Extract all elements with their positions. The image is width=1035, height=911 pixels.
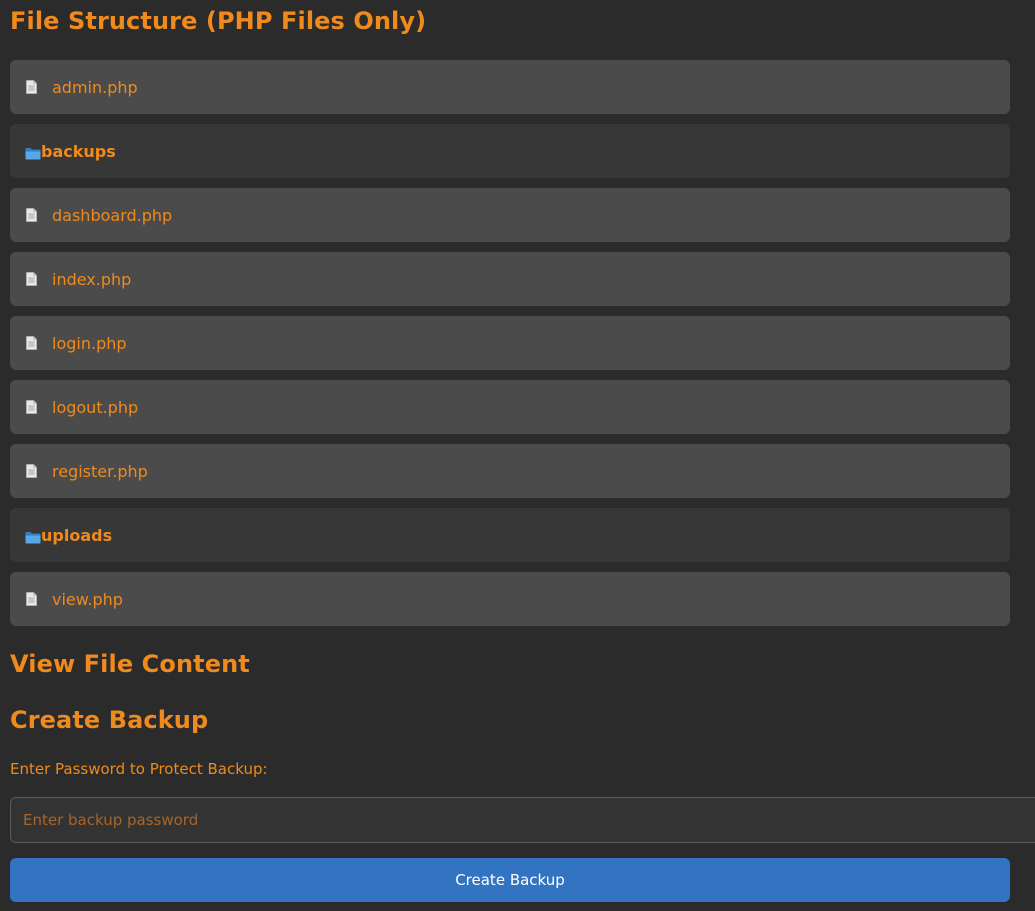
file-item-logout[interactable]: logout.php <box>10 380 1010 434</box>
page: File Structure (PHP Files Only) admin.ph… <box>0 0 1035 911</box>
document-icon <box>26 335 37 350</box>
file-item-label: view.php <box>52 589 123 609</box>
document-icon <box>26 591 37 606</box>
create-backup-heading: Create Backup <box>10 706 209 734</box>
view-file-content-heading: View File Content <box>10 650 250 678</box>
file-item-admin[interactable]: admin.php <box>10 60 1010 114</box>
document-icon <box>26 271 37 286</box>
file-structure-heading: File Structure (PHP Files Only) <box>10 7 427 35</box>
file-item-label: index.php <box>52 269 132 289</box>
document-icon <box>26 79 37 94</box>
file-item-dashboard[interactable]: dashboard.php <box>10 188 1010 242</box>
backup-password-label: Enter Password to Protect Backup: <box>10 760 268 778</box>
folder-item-label: backups <box>41 141 116 161</box>
file-item-view[interactable]: view.php <box>10 572 1010 626</box>
file-item-label: register.php <box>52 461 148 481</box>
folder-icon <box>25 529 41 543</box>
file-item-label: admin.php <box>52 77 138 97</box>
backup-password-input[interactable] <box>10 797 1035 843</box>
document-icon <box>26 463 37 478</box>
document-icon <box>26 399 37 414</box>
file-item-login[interactable]: login.php <box>10 316 1010 370</box>
folder-item-backups[interactable]: backups <box>10 124 1010 178</box>
file-item-label: logout.php <box>52 397 139 417</box>
file-item-label: login.php <box>52 333 127 353</box>
folder-icon <box>25 145 41 159</box>
file-item-register[interactable]: register.php <box>10 444 1010 498</box>
document-icon <box>26 207 37 222</box>
file-item-index[interactable]: index.php <box>10 252 1010 306</box>
create-backup-button[interactable]: Create Backup <box>10 858 1010 902</box>
file-list: admin.php backups dashboard.php index.ph… <box>10 60 1010 636</box>
file-item-label: dashboard.php <box>52 205 173 225</box>
folder-item-label: uploads <box>41 525 113 545</box>
folder-item-uploads[interactable]: uploads <box>10 508 1010 562</box>
